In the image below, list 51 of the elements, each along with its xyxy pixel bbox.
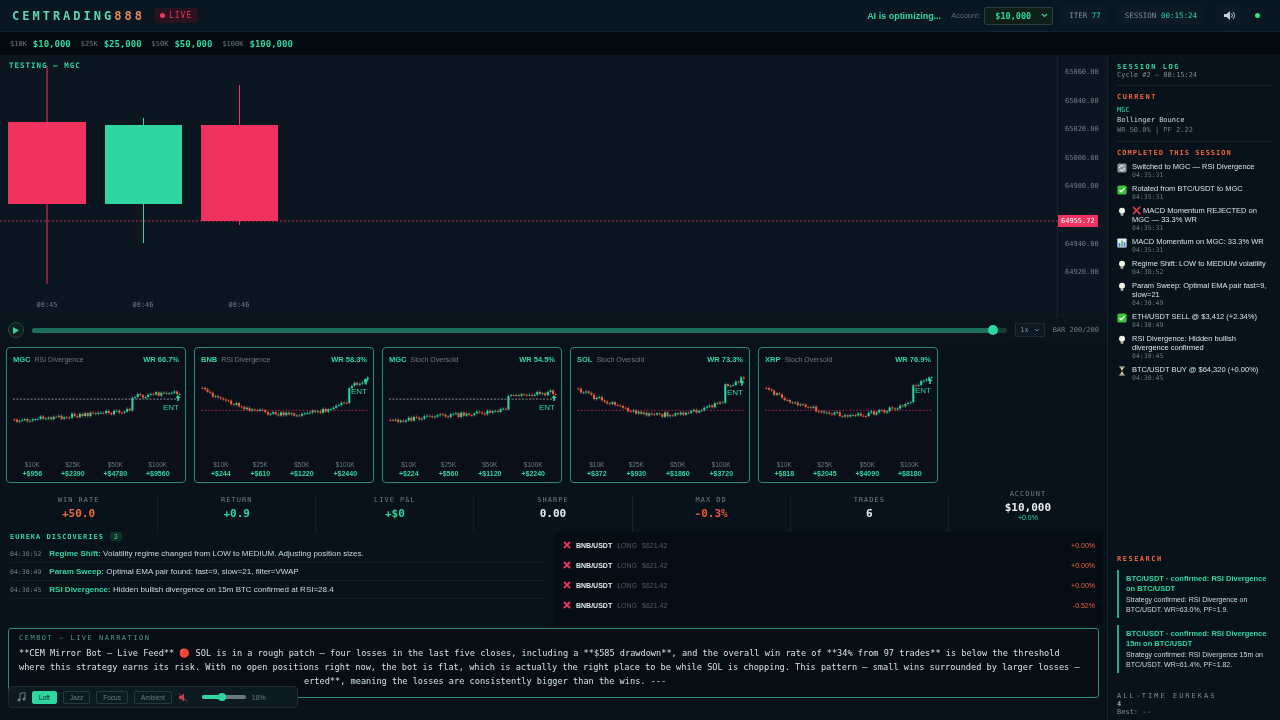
stat-value: +0.9 [223, 507, 250, 520]
hourglass-icon [1117, 366, 1127, 376]
arrow-up-icon [175, 395, 181, 402]
narration-line: **CEM Mirror Bot — Live Feed** 🔴 SOL is in a rough patch — four losses in the last five closes, including a **$585 drawdown**, and the overall win rate of **34% from 97 trades** is below the threshold [19, 647, 1060, 660]
stat-value: +50.0 [62, 507, 96, 520]
status-dot [1255, 13, 1260, 18]
status-text: AI is optimizing... [867, 10, 942, 21]
account-size-option[interactable]: $50,000 [174, 38, 213, 49]
mute-icon[interactable] [177, 692, 188, 702]
check-icon [1117, 313, 1127, 323]
account-select[interactable]: $10,000 [984, 6, 1054, 25]
account-size-option[interactable]: $10,000 [32, 38, 71, 49]
speaker-button[interactable] [1217, 5, 1241, 26]
discovery-text: Param Sweep: Optimal EMA pair found: fast=9, slow=21, filter=VWAP [49, 567, 299, 576]
volume-slider[interactable] [201, 695, 246, 699]
entry-label: ENT [539, 403, 555, 413]
arrow-up-icon [363, 378, 369, 385]
app-logo: CEMTRADING 888 [12, 8, 145, 23]
stat-value: +$0 [384, 507, 405, 520]
lightbulb-icon [1117, 282, 1127, 292]
music-note-icon [17, 692, 26, 702]
play-button[interactable] [8, 322, 24, 338]
arrow-up-icon [927, 378, 933, 385]
arrow-up-icon [551, 395, 557, 402]
live-badge: LIVE [154, 8, 199, 23]
stat-value: $10,000 [1004, 501, 1052, 514]
play-icon [13, 326, 19, 334]
entry-label: ENT [351, 386, 367, 396]
stat-value: 6 [865, 507, 873, 520]
narration-line: where this strategy earns its risk. With no open positions right now, the bot is flat, which is actually the right place to be while SOL is chopping. This pattern — small wins surrounded by larger losses — [19, 661, 1080, 674]
stat-value: -0.3% [694, 507, 728, 520]
account-size-option[interactable]: $25,000 [103, 38, 142, 49]
account-size-option[interactable]: $100,000 [249, 38, 293, 49]
refresh-icon [1117, 163, 1127, 173]
entry-label: ENT [163, 403, 179, 413]
discovery-text: RSI Divergence: Hidden bullish divergence on 15m BTC confirmed at RSI=28.4 [49, 585, 334, 594]
stat-value: 0.00 [539, 507, 567, 520]
check-icon [1117, 185, 1127, 195]
chevron-down-icon [1041, 13, 1049, 18]
lightbulb-icon [1117, 207, 1127, 217]
lightbulb-icon [1117, 335, 1127, 345]
arrow-up-icon [739, 379, 745, 386]
lightbulb-icon [1117, 260, 1127, 270]
playback-slider[interactable] [32, 327, 1008, 333]
entry-label: ENT [727, 387, 743, 397]
entry-label: ENT [915, 386, 931, 396]
discovery-text: Regime Shift: Volatility regime changed from LOW to MEDIUM. Adjusting position sizes. [49, 549, 364, 558]
chevron-down-icon [1033, 328, 1040, 332]
narration-line: erted**, meaning the losses are consistently bigger than the wins. --- [304, 676, 667, 686]
bar-chart-icon [1117, 238, 1127, 248]
speaker-icon [1223, 10, 1235, 21]
